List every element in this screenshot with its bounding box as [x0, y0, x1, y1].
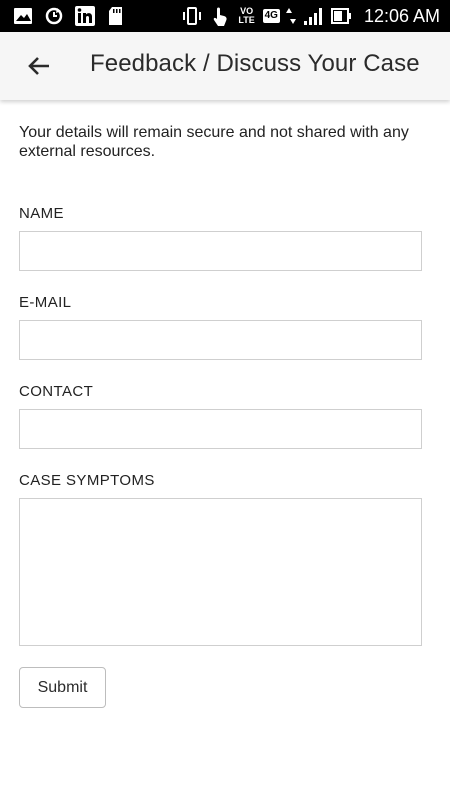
signal-icon	[302, 5, 324, 27]
name-label: NAME	[19, 205, 64, 222]
status-bar-right-icons: VO LTE 4G 12:06 AM	[181, 5, 440, 27]
email-label: E-MAIL	[19, 294, 72, 311]
sd-card-icon	[105, 5, 127, 27]
4g-icon: 4G	[262, 9, 280, 23]
touch-icon	[209, 5, 231, 27]
arrow-back-icon	[22, 49, 56, 83]
vibrate-icon	[181, 5, 203, 27]
data-arrows-icon	[285, 5, 296, 27]
email-field[interactable]	[19, 320, 422, 360]
case-symptoms-field[interactable]	[19, 498, 422, 646]
status-bar: VO LTE 4G 12:06 AM	[0, 0, 450, 32]
intro-text: Your details will remain secure and not …	[19, 124, 409, 160]
name-field[interactable]	[19, 231, 422, 271]
sync-icon	[43, 5, 65, 27]
linkedin-icon	[74, 5, 96, 27]
back-button[interactable]	[22, 49, 56, 83]
battery-icon	[330, 5, 352, 27]
submit-button[interactable]: Submit	[19, 667, 106, 708]
gallery-icon	[12, 5, 34, 27]
status-bar-time: 12:06 AM	[363, 5, 440, 26]
app-bar: Feedback / Discuss Your Case	[0, 32, 450, 100]
contact-field[interactable]	[19, 409, 422, 449]
status-bar-left-icons	[12, 5, 127, 27]
case-symptoms-label: CASE SYMPTOMS	[19, 472, 155, 489]
contact-label: CONTACT	[19, 383, 94, 400]
volte-icon: VO LTE	[238, 6, 255, 25]
feedback-form: Your details will remain secure and not …	[0, 100, 450, 800]
page-title: Feedback / Discuss Your Case	[90, 50, 420, 77]
